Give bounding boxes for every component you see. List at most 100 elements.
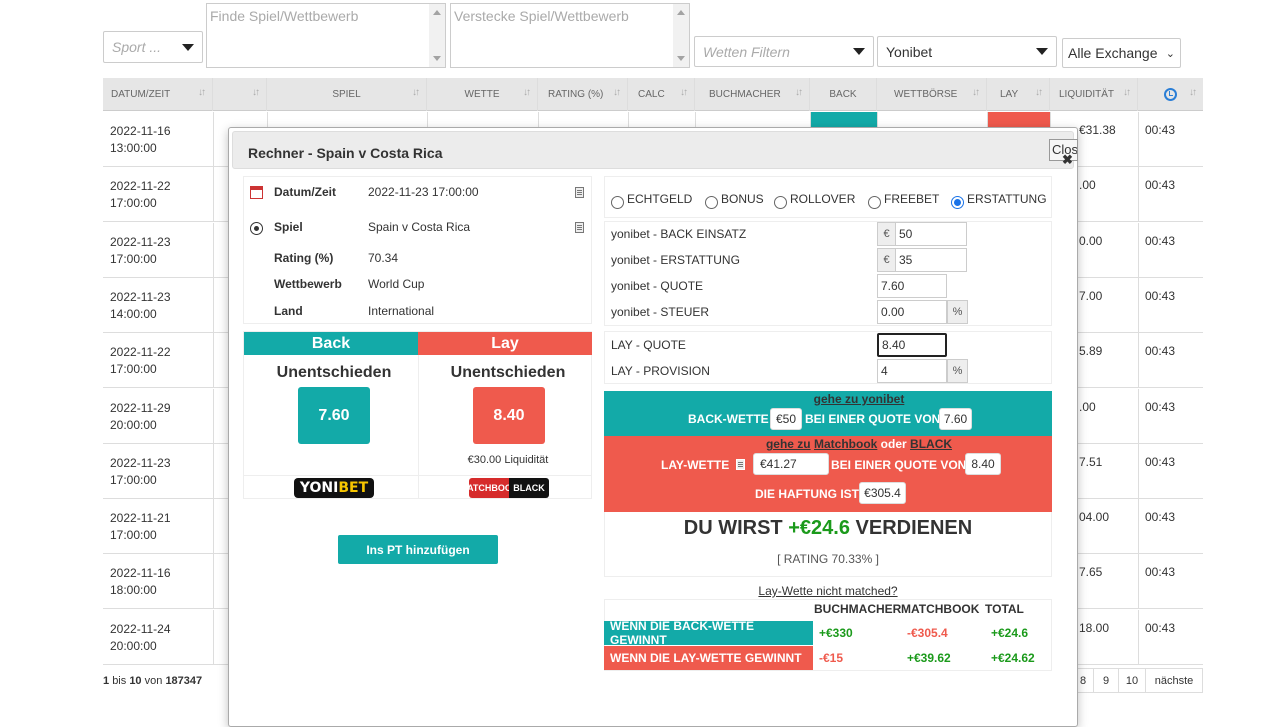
column-header-match[interactable]: SPIEL ↓↑	[267, 78, 427, 111]
mode-radio-echtgeld[interactable]	[611, 196, 624, 209]
hide-match-input[interactable]: Verstecke Spiel/Wettbewerb	[450, 3, 690, 68]
row-datetime: 2022-11-16 13:00:00	[110, 123, 171, 157]
sort-icon: ↓↑	[613, 87, 621, 98]
competition-label: Wettbewerb	[274, 277, 342, 291]
column-header-lay[interactable]: LAY ↓↑	[987, 78, 1050, 111]
back-odds-button[interactable]: 7.60	[298, 387, 370, 444]
row-age: 00:43	[1145, 454, 1176, 469]
lay-odds-chip: 8.40	[965, 453, 1001, 475]
sort-icon: ↓↑	[972, 87, 980, 98]
row-datetime: 2022-11-29 20:00:00	[110, 400, 171, 434]
sort-icon: ↓↑	[795, 87, 803, 98]
column-header-exchange[interactable]: WETTBÖRSE ↓↑	[877, 78, 987, 111]
page-10-button[interactable]: 10	[1118, 668, 1146, 693]
lay-bet-label: LAY-WETTE	[661, 458, 730, 472]
mode-radio-rollover[interactable]	[774, 196, 787, 209]
commission-input[interactable]: 4	[877, 359, 947, 383]
row-liquidity: 7.00	[1079, 288, 1103, 303]
lay-odds-button[interactable]: 8.40	[473, 387, 545, 444]
back-selection: Unentschieden	[276, 364, 392, 381]
matchbook-link[interactable]: Matchbook	[814, 437, 877, 451]
bookmaker-value: Yonibet	[886, 43, 933, 60]
modal-header: Rechner - Spain v Costa Rica	[232, 131, 1074, 169]
back-odds-chip: 7.60	[939, 408, 972, 430]
row-age: 00:43	[1145, 178, 1176, 193]
back-bet-label: BACK-WETTE	[688, 412, 769, 426]
close-icon[interactable]: ✖	[1062, 152, 1073, 168]
odds-input[interactable]: 7.60	[877, 274, 947, 298]
lay-unmatched-link[interactable]: Lay-Wette nicht matched?	[604, 584, 1052, 598]
page-9-button[interactable]: 9	[1093, 668, 1119, 693]
row-liquidity: 7.65	[1079, 565, 1103, 580]
lay-odds-input[interactable]: 8.40	[877, 333, 947, 357]
row-age: 00:43	[1145, 344, 1176, 359]
copy-icon[interactable]	[736, 459, 745, 470]
odds-label: yonibet - QUOTE	[611, 279, 704, 293]
row-liquidity: €31.38	[1079, 123, 1116, 137]
column-header-liquidity[interactable]: LIQUIDITÄT ↓↑	[1050, 78, 1138, 111]
column-header-calc[interactable]: CALC ↓↑	[628, 78, 695, 111]
back-stake-label: yonibet - BACK EINSATZ	[611, 227, 747, 241]
scrollbar[interactable]	[429, 4, 445, 67]
cell-divider	[213, 167, 214, 222]
copy-icon[interactable]	[575, 187, 584, 198]
chevron-down-icon: ⌄	[1165, 47, 1175, 60]
exchange-select[interactable]: Alle Exchange ⌄	[1062, 38, 1181, 68]
goto-bookmaker-link[interactable]: gehe zu yonibet	[604, 392, 1114, 406]
scroll-down-icon[interactable]	[677, 56, 685, 61]
column-header-rating[interactable]: RATING (%) ↓↑	[538, 78, 628, 111]
result-panel-border	[604, 512, 1052, 577]
sort-icon: ↓↑	[523, 87, 531, 98]
bookmaker-select[interactable]: Yonibet	[877, 36, 1057, 67]
tax-input[interactable]: 0.00	[877, 300, 947, 324]
row-date: 2022-11-23	[110, 455, 171, 470]
mode-label[interactable]: ROLLOVER	[790, 192, 855, 206]
next-page-button[interactable]: nächste	[1145, 668, 1203, 693]
cell-divider	[213, 443, 214, 498]
row-time: 17:00:00	[110, 196, 157, 211]
back-wins-total: +€24.6	[991, 626, 1029, 640]
match-value: Spain v Costa Rica	[368, 220, 471, 234]
lay-stake-chip[interactable]: €41.27	[753, 453, 829, 475]
sort-icon: ↓↑	[1123, 87, 1131, 98]
at-odds-label: BEI EINER QUOTE VON	[831, 458, 967, 472]
copy-icon[interactable]	[575, 222, 584, 233]
percent-addon: %	[947, 300, 968, 324]
tax-label: yonibet - STEUER	[611, 305, 710, 319]
scroll-up-icon[interactable]	[677, 10, 685, 15]
column-header-datetime[interactable]: DATUM/ZEIT ↓↑	[103, 78, 213, 111]
column-header-age[interactable]: ↓↑	[1138, 78, 1203, 111]
find-match-input[interactable]: Finde Spiel/Wettbewerb	[206, 3, 446, 68]
matchbook-black-logo[interactable]: MATCHBOOKBLACK	[469, 478, 549, 498]
logo-divider	[244, 475, 592, 476]
column-header-bet[interactable]: WETTE ↓↑	[427, 78, 538, 111]
scroll-up-icon[interactable]	[433, 10, 441, 15]
mode-label[interactable]: FREEBET	[884, 192, 939, 206]
refund-input[interactable]: 35	[895, 248, 967, 272]
mode-radio-bonus[interactable]	[705, 196, 718, 209]
row-time: 20:00:00	[110, 638, 157, 653]
mode-label[interactable]: BONUS	[721, 192, 764, 206]
row-datetime: 2022-11-16 18:00:00	[110, 565, 171, 599]
row-date: 2022-11-22	[110, 179, 171, 194]
row-liquidity: 18.00	[1079, 620, 1110, 635]
back-stake-input[interactable]: 50	[895, 222, 967, 246]
black-link[interactable]: BLACK	[910, 437, 952, 451]
scroll-down-icon[interactable]	[433, 56, 441, 61]
add-to-pt-button[interactable]: Ins PT hinzufügen	[338, 535, 498, 564]
mode-label[interactable]: ECHTGELD	[627, 192, 692, 206]
bet-filter-select[interactable]: Wetten Filtern	[694, 36, 874, 67]
back-stake-chip: €50	[770, 408, 802, 430]
yonibet-logo[interactable]: YONI BET	[294, 478, 374, 498]
scrollbar[interactable]	[673, 4, 689, 67]
mode-radio-freebet[interactable]	[868, 196, 881, 209]
column-header-bookmaker[interactable]: BUCHMACHER ↓↑	[695, 78, 810, 111]
mode-label[interactable]: ERSTATTUNG	[967, 192, 1047, 206]
column-header-back[interactable]: BACK	[810, 78, 877, 111]
cell-divider	[1138, 609, 1139, 664]
sort-icon: ↓↑	[1189, 87, 1197, 98]
column-header-blank[interactable]: ↓↑	[213, 78, 267, 111]
sport-select[interactable]: Sport ...	[103, 31, 203, 63]
row-time: 14:00:00	[110, 306, 157, 321]
mode-radio-erstattung[interactable]	[951, 196, 964, 209]
